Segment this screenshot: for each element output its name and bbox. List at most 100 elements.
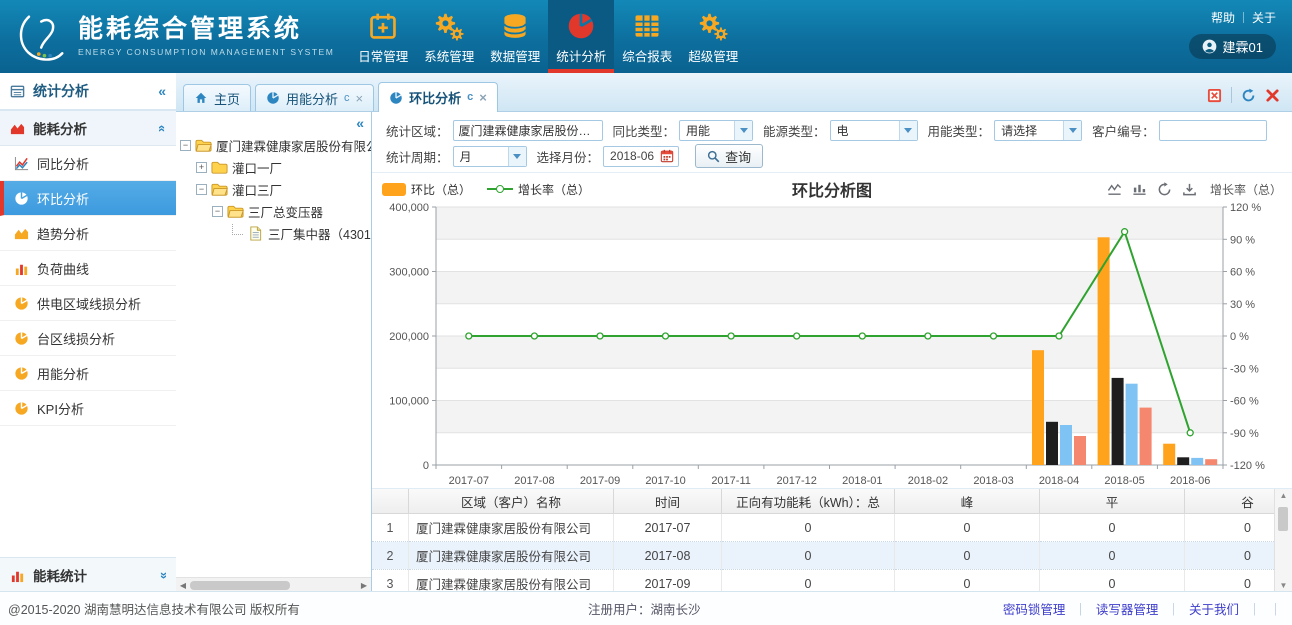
sidebar-item-label: 供电区域线损分析 — [37, 294, 141, 313]
query-button[interactable]: 查询 — [695, 144, 763, 168]
tree-node-label: 灌口一厂 — [232, 158, 282, 177]
tree-node-3[interactable]: − 三厂总变压器 — [180, 200, 369, 222]
nav-item-0[interactable]: 日常管理 — [350, 0, 416, 73]
scroll-right-icon[interactable]: ▶ — [357, 581, 371, 590]
nav-item-2[interactable]: 数据管理 — [482, 0, 548, 73]
tree-node-4[interactable]: 三厂集中器（4301003 — [180, 222, 369, 244]
sidebar-item-3[interactable]: 负荷曲线 — [0, 251, 176, 286]
sidebar-item-6[interactable]: 用能分析 — [0, 356, 176, 391]
pie-chart-icon — [389, 91, 403, 105]
scroll-left-icon[interactable]: ◀ — [176, 581, 190, 590]
toggle-bar-chart-icon[interactable] — [1132, 182, 1147, 197]
table-cell: 0 — [895, 514, 1040, 542]
about-link[interactable]: 关于 — [1252, 9, 1276, 26]
tree-node-1[interactable]: + 灌口一厂 — [180, 156, 369, 178]
sidebar-group-energy-stats[interactable]: 能耗统计 « — [0, 557, 176, 592]
collapse-node-icon[interactable]: − — [196, 184, 207, 195]
sidebar-item-label: 同比分析 — [37, 154, 89, 173]
scroll-up-icon[interactable]: ▲ — [1275, 491, 1292, 500]
sidebar-collapse-icon[interactable]: « — [158, 83, 166, 99]
sidebar-item-1[interactable]: 环比分析 — [0, 181, 176, 216]
vertical-scrollbar[interactable]: ▲ ▼ — [1274, 489, 1292, 592]
tab-refresh-icon[interactable]: c — [344, 93, 350, 104]
footer-link-2[interactable]: 关于我们 — [1189, 599, 1239, 618]
sidebar-item-5[interactable]: 台区线损分析 — [0, 321, 176, 356]
footer-link-0[interactable]: 密码锁管理 — [1003, 599, 1066, 618]
gears-icon — [434, 11, 464, 41]
sidebar-group-label: 能耗分析 — [33, 118, 87, 138]
expand-node-icon[interactable]: + — [196, 162, 207, 173]
tab-0[interactable]: 主页 — [183, 84, 251, 111]
tab-close-icon[interactable]: × — [356, 92, 364, 105]
sidebar-item-label: 趋势分析 — [37, 224, 89, 243]
region-input[interactable] — [453, 120, 603, 141]
tab-1[interactable]: 用能分析c× — [255, 84, 374, 111]
tab-refresh-icon[interactable]: c — [467, 92, 473, 103]
svg-text:120 %: 120 % — [1230, 202, 1261, 214]
legend-item-1[interactable]: 增长率（总） — [487, 181, 590, 198]
toggle-line-chart-icon[interactable] — [1107, 182, 1122, 197]
energy-type-select[interactable]: 电 — [830, 120, 918, 141]
collapse-node-icon[interactable]: − — [180, 140, 191, 151]
nav-item-4[interactable]: 综合报表 — [614, 0, 680, 73]
sidebar-group-energy-analysis[interactable]: 能耗分析 « — [0, 111, 176, 146]
sidebar-item-7[interactable]: KPI分析 — [0, 391, 176, 426]
pie-chart-icon — [14, 191, 29, 206]
month-picker[interactable]: 2018-06 — [603, 146, 679, 167]
collapse-node-icon[interactable]: − — [212, 206, 223, 217]
chevron-down-icon — [899, 121, 917, 140]
horizontal-scrollbar[interactable]: ◀ ▶ — [176, 577, 371, 592]
table-cell: 厦门建霖健康家居股份有限公司 — [409, 570, 614, 593]
period-select[interactable]: 月 — [453, 146, 527, 167]
nav-item-5[interactable]: 超级管理 — [680, 0, 746, 73]
expand-down-icon[interactable]: « — [155, 571, 170, 578]
nav-item-3[interactable]: 统计分析 — [548, 0, 614, 73]
document-icon — [247, 226, 264, 241]
result-table-area: 区域（客户）名称时间正向有功能耗（kWh）：总峰平谷 1厦门建霖健康家居股份有限… — [372, 488, 1292, 592]
tree-node-2[interactable]: −灌口三厂 — [180, 178, 369, 200]
report-grid-icon — [632, 11, 662, 41]
chart-toolbox: 增长率（总） — [1107, 181, 1282, 198]
sidebar-item-0[interactable]: 同比分析 — [0, 146, 176, 181]
legend-line — [487, 188, 513, 190]
customer-no-input[interactable] — [1159, 120, 1267, 141]
tab-2[interactable]: 环比分析c× — [378, 82, 498, 112]
table-cell: 0 — [1040, 570, 1185, 593]
user-menu[interactable]: 建霖01 — [1189, 34, 1276, 59]
user-name: 建霖01 — [1223, 37, 1263, 56]
scroll-down-icon[interactable]: ▼ — [1275, 581, 1292, 590]
sidebar-item-label: 负荷曲线 — [37, 259, 89, 278]
svg-text:2018-06: 2018-06 — [1170, 475, 1210, 487]
nav-item-1[interactable]: 系统管理 — [416, 0, 482, 73]
sidebar-item-2[interactable]: 趋势分析 — [0, 216, 176, 251]
yoy-type-select[interactable]: 用能 — [679, 120, 753, 141]
tree-collapse-icon[interactable]: « — [356, 115, 364, 131]
table-row-0[interactable]: 1厦门建霖健康家居股份有限公司2017-070000 — [372, 514, 1292, 542]
scrollbar-thumb[interactable] — [1278, 507, 1288, 531]
scrollbar-thumb[interactable] — [190, 581, 290, 590]
nav-item-label: 系统管理 — [424, 46, 474, 65]
header-right: 帮助 关于 建霖01 — [1189, 0, 1292, 73]
logo-title: 能耗综合管理系统 — [78, 16, 334, 44]
area-chart-red-icon — [10, 121, 25, 136]
help-link[interactable]: 帮助 — [1211, 9, 1235, 26]
table-row-2[interactable]: 3厦门建霖健康家居股份有限公司2017-090000 — [372, 570, 1292, 593]
tab-close-icon[interactable]: × — [479, 91, 487, 104]
tree-node-0[interactable]: −厦门建霖健康家居股份有限公司 — [180, 134, 369, 156]
footer-link-1[interactable]: 读写器管理 — [1096, 599, 1159, 618]
refresh-tab-icon[interactable] — [1241, 88, 1256, 103]
close-all-tabs-icon[interactable] — [1207, 88, 1222, 103]
region-label: 统计区域： — [386, 121, 449, 140]
calendar-icon[interactable] — [660, 149, 674, 163]
legend-item-0[interactable]: 环比（总） — [382, 181, 471, 198]
collapse-up-icon[interactable]: « — [155, 124, 170, 131]
table-header-3: 正向有功能耗（kWh）：总 — [722, 489, 895, 514]
restore-chart-icon[interactable] — [1157, 182, 1172, 197]
table-row-1[interactable]: 2厦门建霖健康家居股份有限公司2017-080000 — [372, 542, 1292, 570]
usage-type-select[interactable]: 请选择 — [994, 120, 1082, 141]
close-tab-icon[interactable] — [1265, 88, 1280, 103]
table-cell: 2017-08 — [614, 542, 722, 570]
tree-node-label: 三厂总变压器 — [248, 202, 323, 221]
download-chart-icon[interactable] — [1182, 182, 1197, 197]
sidebar-item-4[interactable]: 供电区域线损分析 — [0, 286, 176, 321]
